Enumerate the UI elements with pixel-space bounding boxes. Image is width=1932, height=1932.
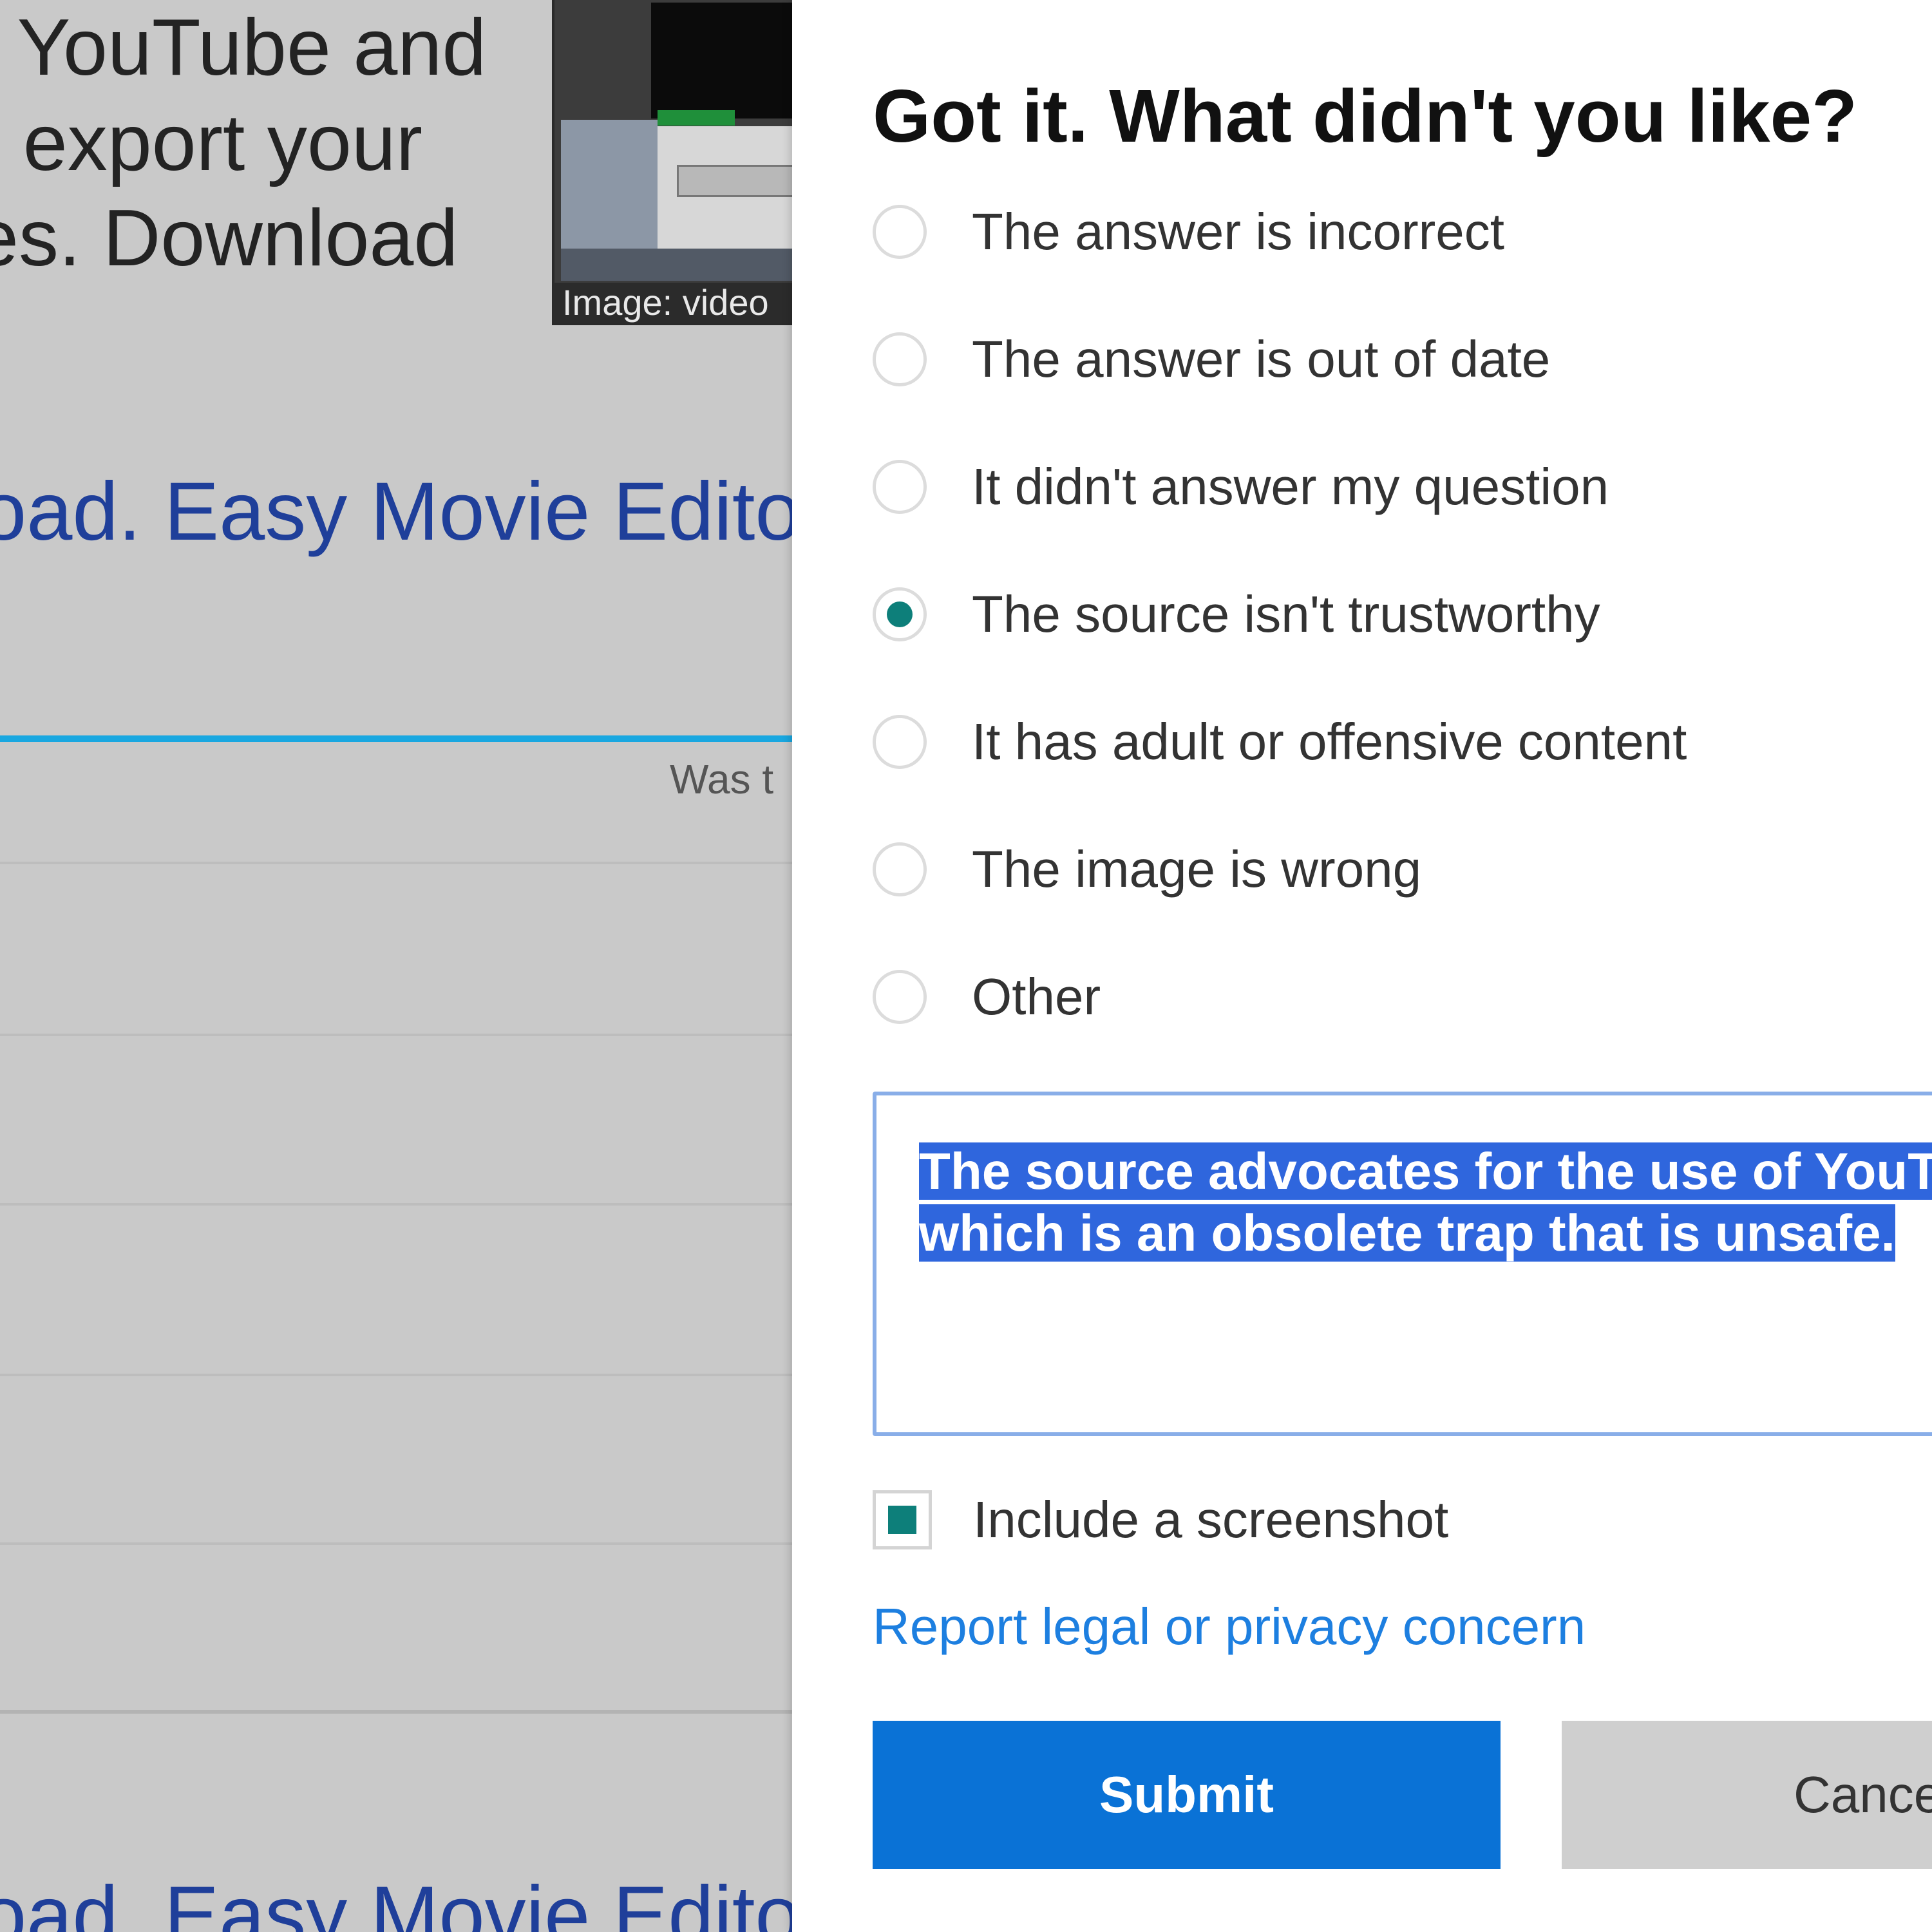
report-legal-link[interactable]: Report legal or privacy concern — [873, 1597, 1586, 1656]
submit-button[interactable]: Submit — [873, 1721, 1501, 1869]
thumbnail-caption: Image: video — [554, 283, 792, 323]
option-other[interactable]: Other — [873, 961, 1903, 1032]
selected-text: The source advocates for the use of YouT… — [919, 1142, 1932, 1200]
result-thumbnail[interactable]: Image: video — [552, 0, 792, 325]
radio-button[interactable] — [873, 460, 927, 514]
background-page: , YouTube and r export your es. Download… — [0, 0, 792, 1932]
snippet-line: r export your — [0, 99, 423, 187]
radio-button[interactable] — [873, 842, 927, 896]
thumbnail-screen — [651, 3, 792, 118]
accent-divider — [0, 735, 792, 742]
option-label: The image is wrong — [972, 840, 1422, 898]
divider — [0, 1203, 792, 1206]
thumbnail-green-strip — [658, 110, 735, 126]
option-label: Other — [972, 968, 1101, 1025]
radio-dot — [887, 601, 913, 627]
thumbnail-controls — [677, 165, 792, 197]
option-untrustworthy-source[interactable]: The source isn't trustworthy — [873, 579, 1903, 650]
comment-line: which is an obsolete trap that is unsafe… — [919, 1202, 1932, 1264]
thumbnail-panel — [561, 120, 658, 249]
checkbox-fill — [888, 1506, 916, 1534]
option-adult-content[interactable]: It has adult or offensive content — [873, 706, 1903, 777]
snippet-line: , YouTube and — [0, 3, 487, 92]
result-link[interactable]: oad. Easy Movie Editor — [0, 464, 792, 560]
option-label: The answer is out of date — [972, 330, 1551, 388]
option-label: It has adult or offensive content — [972, 713, 1687, 770]
checkbox-label: Include a screenshot — [973, 1491, 1449, 1548]
feedback-dialog: Got it. What didn't you like? The answer… — [792, 0, 1932, 1932]
selected-text: which is an obsolete trap that is unsafe… — [919, 1204, 1895, 1262]
divider — [0, 1034, 792, 1036]
radio-button[interactable] — [873, 970, 927, 1024]
option-label: The answer is incorrect — [972, 203, 1504, 260]
comment-line: The source advocates for the use of YouT… — [919, 1141, 1932, 1202]
comment-textarea[interactable]: The source advocates for the use of YouT… — [873, 1092, 1932, 1436]
option-didnt-answer[interactable]: It didn't answer my question — [873, 451, 1903, 522]
divider — [0, 1542, 792, 1545]
radio-button[interactable] — [873, 205, 927, 259]
radio-button[interactable] — [873, 587, 927, 641]
divider — [0, 862, 792, 864]
option-image-wrong[interactable]: The image is wrong — [873, 834, 1903, 905]
result-link[interactable]: oad. Easy Movie Editor — [0, 1868, 792, 1932]
radio-button[interactable] — [873, 715, 927, 769]
dialog-title: Got it. What didn't you like? — [873, 74, 1858, 158]
cancel-button[interactable]: Cancel — [1562, 1721, 1932, 1869]
include-screenshot-checkbox[interactable] — [873, 1490, 932, 1549]
option-label: It didn't answer my question — [972, 458, 1609, 515]
option-label: The source isn't trustworthy — [972, 585, 1600, 643]
include-screenshot-row[interactable]: Include a screenshot — [873, 1484, 1448, 1555]
result-snippet: , YouTube and r export your es. Download — [0, 0, 502, 286]
radio-button[interactable] — [873, 332, 927, 386]
divider — [0, 1710, 792, 1714]
snippet-line: es. Download — [0, 194, 459, 283]
divider — [0, 1374, 792, 1376]
option-out-of-date[interactable]: The answer is out of date — [873, 324, 1903, 395]
thumbnail-timeline — [561, 249, 792, 281]
feedback-prompt: Was t — [670, 756, 774, 802]
option-incorrect[interactable]: The answer is incorrect — [873, 196, 1903, 267]
